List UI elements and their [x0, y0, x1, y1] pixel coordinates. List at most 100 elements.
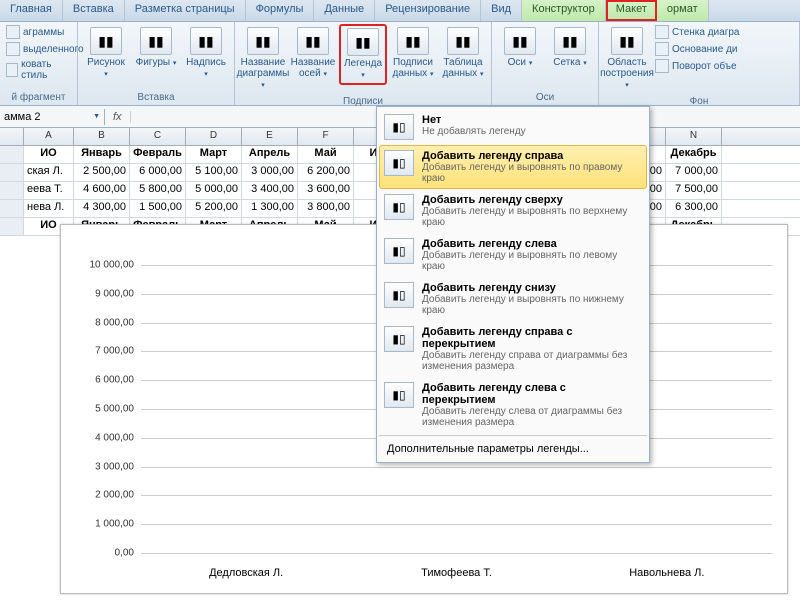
tab-Формулы[interactable]: Формулы	[246, 0, 315, 21]
cell[interactable]: 6 200,00	[298, 164, 354, 181]
ribbon-btn-Область построения[interactable]: ▮▮Область построения ▾	[603, 24, 651, 94]
chart-icon: ▮▮	[447, 27, 479, 55]
chart-icon: ▮▮	[347, 28, 379, 56]
chevron-down-icon[interactable]: ▼	[93, 113, 100, 120]
tab-Макет[interactable]: Макет	[606, 0, 657, 21]
ribbon-btn-Название осей[interactable]: ▮▮Название осей ▾	[289, 24, 337, 83]
cell[interactable]: 5 800,00	[130, 182, 186, 199]
header-cell[interactable]: Январь	[74, 146, 130, 163]
group-label: Вставка	[82, 90, 230, 105]
header-cell[interactable]: Март	[186, 146, 242, 163]
cell[interactable]: 5 200,00	[186, 200, 242, 217]
menu-item[interactable]: ▮▯Добавить легенду справаДобавить легенд…	[379, 145, 647, 189]
ribbon-btn-Рисунок[interactable]: ▮▮Рисунок ▾	[82, 24, 130, 83]
menu-item-title: Добавить легенду снизу	[422, 282, 642, 294]
tab-Разметка страницы[interactable]: Разметка страницы	[125, 0, 246, 21]
cell[interactable]: еева Т.	[24, 182, 74, 199]
cell[interactable]: 1 500,00	[130, 200, 186, 217]
legend-position-icon: ▮▯	[384, 382, 414, 408]
cell[interactable]: 5 100,00	[186, 164, 242, 181]
tab-Вставка[interactable]: Вставка	[63, 0, 125, 21]
group-label: Оси	[496, 90, 594, 105]
cell[interactable]: 3 000,00	[242, 164, 298, 181]
menu-item[interactable]: ▮▯Добавить легенду снизуДобавить легенду…	[379, 277, 647, 321]
col-header[interactable]: C	[130, 128, 186, 145]
ribbon-btn-Подписи данных[interactable]: ▮▮Подписи данных ▾	[389, 24, 437, 83]
y-tick-label: 9 000,00	[95, 288, 134, 299]
ribbon-small-item[interactable]: выделенного	[4, 41, 86, 57]
x-tick-label: Навольнева Л.	[562, 567, 772, 579]
y-tick-label: 4 000,00	[95, 432, 134, 443]
ribbon-small-item[interactable]: ковать стиль	[4, 58, 73, 82]
header-cell[interactable]: Декабрь	[666, 146, 722, 163]
menu-more-options[interactable]: Дополнительные параметры легенды...	[379, 438, 647, 460]
menu-item-title: Добавить легенду справа	[422, 150, 642, 162]
header-cell[interactable]: Май	[298, 146, 354, 163]
header-cell[interactable]: ИО	[24, 146, 74, 163]
tab-Главная[interactable]: Главная	[0, 0, 63, 21]
btn-label: Надпись ▾	[185, 57, 227, 80]
menu-item[interactable]: ▮▯Добавить легенду слеваДобавить легенду…	[379, 233, 647, 277]
chart-icon: ▮▮	[140, 27, 172, 55]
cell[interactable]: 2 500,00	[74, 164, 130, 181]
menu-item-title: Добавить легенду слева с перекрытием	[422, 382, 642, 406]
cell[interactable]: 3 800,00	[298, 200, 354, 217]
menu-item[interactable]: ▮▯Добавить легенду слева с перекрытиемДо…	[379, 377, 647, 433]
btn-label: Название осей ▾	[291, 57, 336, 80]
name-box[interactable]: амма 2 ▼	[0, 109, 105, 125]
cell[interactable]: 6 000,00	[130, 164, 186, 181]
header-cell[interactable]: Февраль	[130, 146, 186, 163]
btn-label: Легенда ▾	[343, 58, 383, 81]
x-tick-label: Тимофеева Т.	[351, 567, 561, 579]
col-header[interactable]: A	[24, 128, 74, 145]
ribbon-small-item[interactable]: Стенка диагра	[653, 24, 741, 40]
menu-item-desc: Добавить легенду и выровнять по нижнему …	[422, 294, 642, 316]
ribbon-btn-Фигуры[interactable]: ▮▮Фигуры ▾	[132, 24, 180, 72]
legend-position-icon: ▮▯	[384, 326, 414, 352]
ribbon-btn-Оси[interactable]: ▮▮Оси ▾	[496, 24, 544, 72]
cell[interactable]: 5 000,00	[186, 182, 242, 199]
chart-y-axis: 0,001 000,002 000,003 000,004 000,005 00…	[71, 265, 136, 553]
cell[interactable]: 7 000,00	[666, 164, 722, 181]
ribbon-btn-Легенда[interactable]: ▮▮Легенда ▾	[339, 24, 387, 85]
menu-item[interactable]: ▮▯НетНе добавлять легенду	[379, 109, 647, 145]
menu-item-desc: Не добавлять легенду	[422, 126, 642, 137]
cell[interactable]: 3 400,00	[242, 182, 298, 199]
x-tick-label: Дедловская Л.	[141, 567, 351, 579]
item-icon	[655, 42, 669, 56]
col-header[interactable]: D	[186, 128, 242, 145]
ribbon-small-item[interactable]: аграммы	[4, 24, 66, 40]
menu-item[interactable]: ▮▯Добавить легенду справа с перекрытиемД…	[379, 321, 647, 377]
cell[interactable]: ская Л.	[24, 164, 74, 181]
ribbon-btn-Надпись[interactable]: ▮▮Надпись ▾	[182, 24, 230, 83]
col-header[interactable]: F	[298, 128, 354, 145]
tab-ормат[interactable]: ормат	[657, 0, 709, 21]
menu-item[interactable]: ▮▯Добавить легенду сверхуДобавить легенд…	[379, 189, 647, 233]
col-header[interactable]: N	[666, 128, 722, 145]
col-header[interactable]: B	[74, 128, 130, 145]
col-header[interactable]: E	[242, 128, 298, 145]
ribbon-small-item[interactable]: Поворот объе	[653, 58, 741, 74]
tab-Вид[interactable]: Вид	[481, 0, 522, 21]
ribbon-btn-Сетка[interactable]: ▮▮Сетка ▾	[546, 24, 594, 72]
chart-icon: ▮▮	[190, 27, 222, 55]
fx-icon[interactable]: fx	[105, 111, 131, 123]
tab-Рецензирование[interactable]: Рецензирование	[375, 0, 481, 21]
cell[interactable]: 4 600,00	[74, 182, 130, 199]
cell[interactable]: 7 500,00	[666, 182, 722, 199]
item-icon	[6, 25, 20, 39]
legend-dropdown-menu: ▮▯НетНе добавлять легенду▮▯Добавить леге…	[376, 106, 650, 463]
cell[interactable]: 4 300,00	[74, 200, 130, 217]
ribbon-btn-Таблица данных[interactable]: ▮▮Таблица данных ▾	[439, 24, 487, 83]
cell[interactable]: 6 300,00	[666, 200, 722, 217]
cell[interactable]: 1 300,00	[242, 200, 298, 217]
y-tick-label: 7 000,00	[95, 346, 134, 357]
ribbon-small-item[interactable]: Основание ди	[653, 41, 741, 57]
chart-icon: ▮▮	[611, 27, 643, 55]
tab-Данные[interactable]: Данные	[314, 0, 375, 21]
tab-Конструктор[interactable]: Конструктор	[522, 0, 606, 21]
cell[interactable]: 3 600,00	[298, 182, 354, 199]
cell[interactable]: нева Л.	[24, 200, 74, 217]
ribbon-btn-Название диаграммы[interactable]: ▮▮Название диаграммы ▾	[239, 24, 287, 94]
header-cell[interactable]: Апрель	[242, 146, 298, 163]
